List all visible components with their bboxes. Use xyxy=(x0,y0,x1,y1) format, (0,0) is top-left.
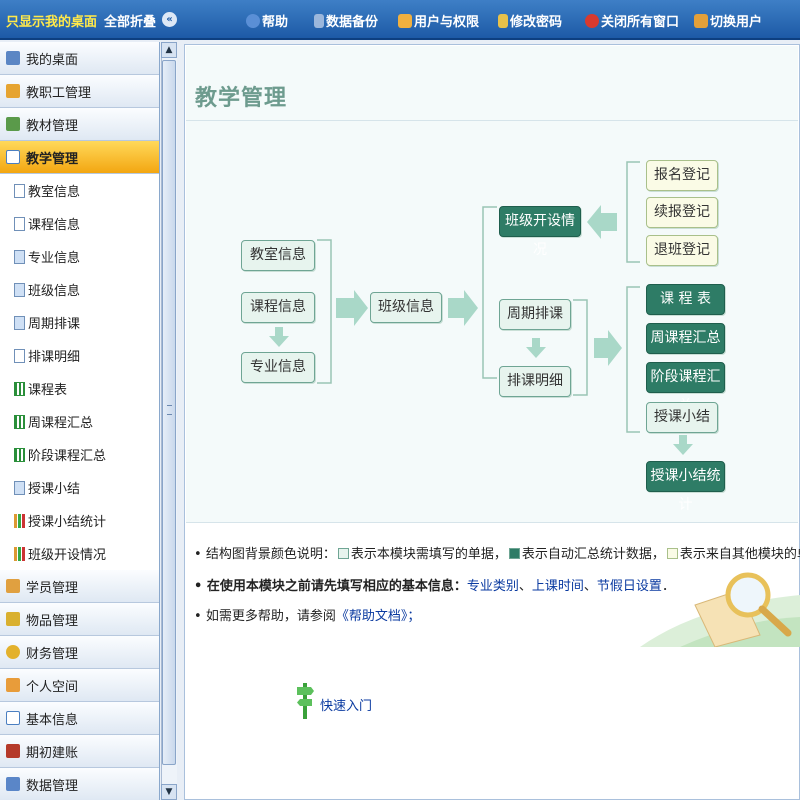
flow-week-summary[interactable]: 周课程汇总 xyxy=(646,323,725,354)
sidebar-sub-lesson-summary[interactable]: 授课小结 xyxy=(0,471,159,504)
staff-icon xyxy=(6,84,20,98)
sidebar-sub-class-open[interactable]: 班级开设情况 xyxy=(0,537,159,570)
sidebar-item-students[interactable]: 学员管理 xyxy=(0,570,159,603)
sidebar-item-data[interactable]: 数据管理 xyxy=(0,768,159,800)
scroll-down-arrow-icon[interactable]: ▼ xyxy=(161,784,177,800)
page-title: 教学管理 xyxy=(195,86,288,111)
sidebar-item-opening[interactable]: 期初建账 xyxy=(0,735,159,768)
change-password-button[interactable]: 修改密码 xyxy=(498,11,562,30)
sidebar-sub-period-schedule[interactable]: 周期排课 xyxy=(0,306,159,339)
sidebar-item-finance[interactable]: 财务管理 xyxy=(0,636,159,669)
help-button[interactable]: 帮助 xyxy=(246,11,288,30)
user-permission-button[interactable]: 用户与权限 xyxy=(398,11,479,30)
database-icon xyxy=(314,14,324,28)
magnifier-illustration xyxy=(640,572,800,647)
collapse-sidebar-icon[interactable]: « xyxy=(162,12,177,27)
data-backup-button[interactable]: 数据备份 xyxy=(314,11,378,30)
swatch-beige xyxy=(666,548,678,559)
switch-user-button[interactable]: 切换用户 xyxy=(694,11,762,30)
bar-chart-icon xyxy=(14,546,25,561)
sidebar-item-staff[interactable]: 教职工管理 xyxy=(0,75,159,108)
flow-timetable[interactable]: 课 程 表 xyxy=(646,284,725,315)
signpost-icon xyxy=(297,683,314,719)
pencil-icon xyxy=(498,14,508,28)
bar-chart-icon xyxy=(14,513,25,528)
legend-basic-info: • 在使用本模块之前请先填写相应的基本信息：专业类别、上课时间、节假日设置． xyxy=(194,579,675,594)
users-icon xyxy=(398,14,412,28)
document-icon xyxy=(6,711,20,725)
sidebar-sub-schedule-detail[interactable]: 排课明细 xyxy=(0,339,159,372)
scrollbar-grip xyxy=(167,405,172,415)
top-toolbar: 只显示我的桌面 全部折叠 « 帮助 数据备份 用户与权限 修改密码 关闭所有窗口… xyxy=(0,0,800,40)
link-help-doc[interactable]: 《帮助文档》； xyxy=(336,609,421,624)
sidebar-item-personal[interactable]: 个人空间 xyxy=(0,669,159,702)
database-icon xyxy=(6,777,20,791)
sidebar-sub-timetable[interactable]: 课程表 xyxy=(0,372,159,405)
flow-signup[interactable]: 报名登记 xyxy=(646,160,718,191)
sidebar: 我的桌面 教职工管理 教材管理 教学管理 教室信息 课程信息 专业信息 班级信息… xyxy=(0,42,160,800)
legend-color-note: • 结构图背景颜色说明： 表示本模块需填写的单据， 表示自动汇总统计数据， 表示来自其… xyxy=(194,547,800,562)
teaching-icon xyxy=(6,150,20,164)
link-class-time[interactable]: 上课时间 xyxy=(532,579,584,594)
sidebar-item-goods[interactable]: 物品管理 xyxy=(0,603,159,636)
table-icon xyxy=(14,447,25,462)
sidebar-sub-lesson-stats[interactable]: 授课小结统计 xyxy=(0,504,159,537)
help-icon xyxy=(246,14,260,28)
ledger-icon xyxy=(6,744,20,758)
document-icon xyxy=(14,216,25,231)
sidebar-sub-classroom[interactable]: 教室信息 xyxy=(0,174,159,207)
flow-class-open[interactable]: 班级开设情况 xyxy=(499,206,581,258)
flow-period-schedule[interactable]: 周期排课 xyxy=(499,299,571,330)
close-all-windows-button[interactable]: 关闭所有窗口 xyxy=(585,11,679,30)
sidebar-item-my-desktop[interactable]: 我的桌面 xyxy=(0,42,159,75)
fold-all-button[interactable]: 全部折叠 xyxy=(104,11,156,30)
sidebar-sub-course[interactable]: 课程信息 xyxy=(0,207,159,240)
table-icon xyxy=(14,414,25,429)
sidebar-item-teaching[interactable]: 教学管理 xyxy=(0,141,159,174)
sidebar-item-basic-info[interactable]: 基本信息 xyxy=(0,702,159,735)
document-edit-icon xyxy=(14,249,25,264)
document-icon xyxy=(14,183,25,198)
close-icon xyxy=(585,14,599,28)
flow-schedule-detail[interactable]: 排课明细 xyxy=(499,366,571,397)
scroll-up-arrow-icon[interactable]: ▲ xyxy=(161,42,177,58)
flow-classroom-info[interactable]: 教室信息 xyxy=(241,240,315,271)
table-icon xyxy=(14,381,25,396)
desktop-icon xyxy=(6,51,20,65)
switch-user-icon xyxy=(694,14,708,28)
document-edit-icon xyxy=(14,480,25,495)
flow-major-info[interactable]: 专业信息 xyxy=(241,352,315,383)
flow-stage-summary[interactable]: 阶段课程汇总 xyxy=(646,362,725,414)
document-icon xyxy=(14,348,25,363)
link-major-category[interactable]: 专业类别 xyxy=(467,579,519,594)
person-icon xyxy=(6,678,20,692)
flow-lesson-stats[interactable]: 授课小结统计 xyxy=(646,461,725,513)
goods-icon xyxy=(6,612,20,626)
flow-course-info[interactable]: 课程信息 xyxy=(241,292,315,323)
sidebar-sub-stage-summary[interactable]: 阶段课程汇总 xyxy=(0,438,159,471)
legend-help: • 如需更多帮助，请参阅《帮助文档》； xyxy=(194,609,421,624)
document-edit-icon xyxy=(14,315,25,330)
quick-start-link[interactable]: 快速入门 xyxy=(320,695,372,714)
swatch-light xyxy=(337,548,349,559)
books-icon xyxy=(6,117,20,131)
sidebar-sub-class[interactable]: 班级信息 xyxy=(0,273,159,306)
flow-lesson-summary[interactable]: 授课小结 xyxy=(646,402,718,433)
sidebar-item-textbook[interactable]: 教材管理 xyxy=(0,108,159,141)
flow-class-info[interactable]: 班级信息 xyxy=(370,292,442,323)
sidebar-sub-week-summary[interactable]: 周课程汇总 xyxy=(0,405,159,438)
document-edit-icon xyxy=(14,282,25,297)
sidebar-sub-major[interactable]: 专业信息 xyxy=(0,240,159,273)
swatch-dark xyxy=(508,548,520,559)
flow-renew[interactable]: 续报登记 xyxy=(646,197,718,228)
flow-withdraw[interactable]: 退班登记 xyxy=(646,235,718,266)
money-icon xyxy=(6,645,20,659)
student-icon xyxy=(6,579,20,593)
only-desktop-link[interactable]: 只显示我的桌面 xyxy=(6,11,97,30)
